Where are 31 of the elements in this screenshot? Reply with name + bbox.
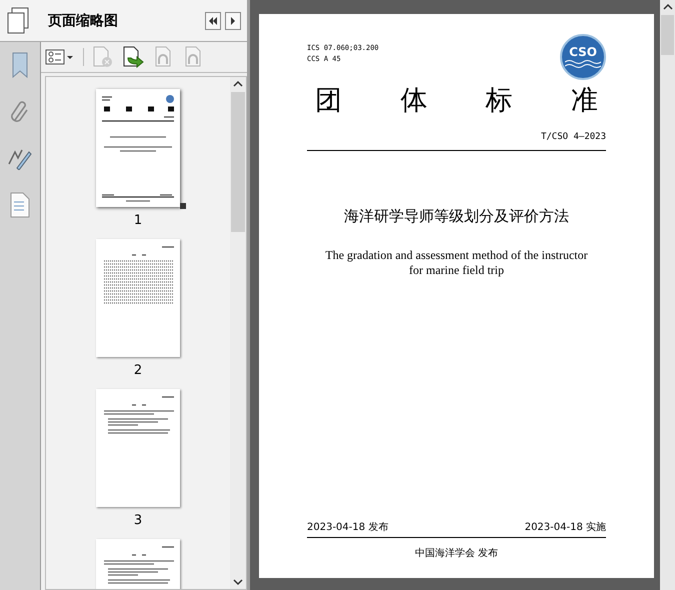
panel-title: 页面缩略图 <box>48 12 119 30</box>
document-heading: 团体标准 <box>314 84 599 118</box>
title-english: The gradation and assessment method of the instructor for marine field trip <box>324 248 589 278</box>
publish-date: 2023-04-18 发布 <box>307 521 388 534</box>
publisher: 中国海洋学会 发布 <box>414 546 500 560</box>
resize-handle[interactable] <box>180 203 186 209</box>
right-arrow-icon <box>228 16 238 26</box>
implement-date: 2023-04-18 实施 <box>524 520 606 534</box>
title-chinese: 海洋研学导师等级划分及评价方法 <box>343 207 570 226</box>
collapse-button[interactable] <box>205 12 221 30</box>
page-number: 2 <box>134 363 142 379</box>
page-number: 3 <box>134 513 142 529</box>
page-thumbnail[interactable] <box>96 389 180 507</box>
scroll-down-icon[interactable] <box>233 578 243 586</box>
double-left-arrow-icon <box>208 16 218 26</box>
document-icon[interactable] <box>10 192 30 218</box>
logo: CSO <box>560 34 606 80</box>
scrollbar[interactable] <box>660 0 675 590</box>
scroll-thumb[interactable] <box>231 92 245 232</box>
scroll-thumb[interactable] <box>661 15 674 55</box>
scrollbar[interactable] <box>230 77 246 589</box>
standard-number: T/CSO 4—2023 <box>540 132 606 142</box>
scroll-up-icon[interactable] <box>233 80 243 88</box>
scroll-up-icon[interactable] <box>662 3 672 11</box>
page-thumbnail[interactable] <box>96 239 180 357</box>
options-button[interactable] <box>45 48 75 66</box>
page-number: 1 <box>134 213 142 229</box>
insert-page-button[interactable] <box>122 46 144 68</box>
signature-icon[interactable] <box>7 148 33 170</box>
expand-button[interactable] <box>225 12 241 30</box>
page-thumbnail[interactable] <box>96 89 180 207</box>
